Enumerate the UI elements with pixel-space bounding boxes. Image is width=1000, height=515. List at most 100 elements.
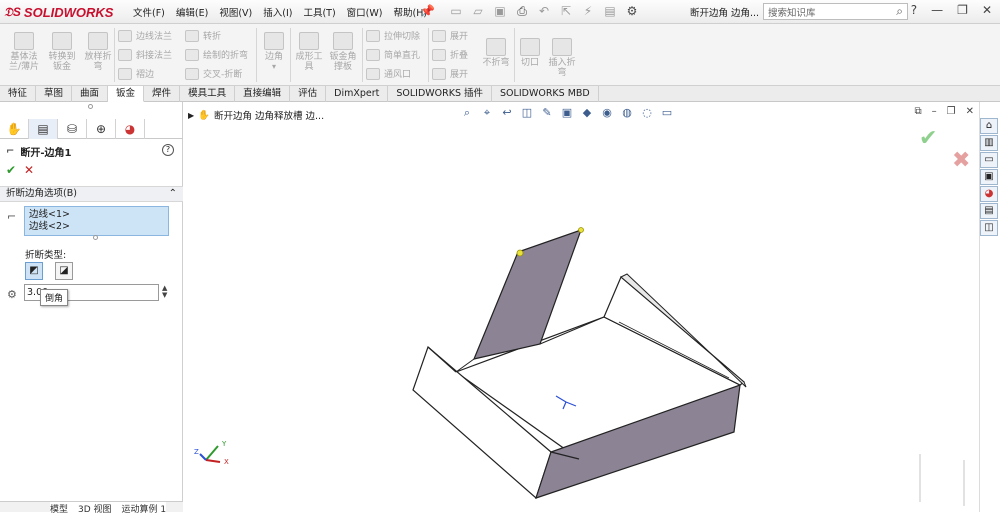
tab-sheet-metal[interactable]: 钣金 xyxy=(108,86,145,102)
sheet-metal-model[interactable]: Y X Z xyxy=(184,102,980,512)
lofted-bend-button[interactable]: 放样折 弯 xyxy=(80,32,116,72)
configuration-manager-tab-icon[interactable]: ⛁ xyxy=(58,119,87,139)
fold-icon xyxy=(432,48,446,61)
selected-vertex-2[interactable] xyxy=(578,227,584,233)
open-file-icon[interactable]: ▱ xyxy=(470,3,486,19)
display-manager-tab-icon[interactable]: ◕ xyxy=(116,119,145,139)
file-properties-icon[interactable]: ▤ xyxy=(602,3,618,19)
appearances-icon[interactable]: ◕ xyxy=(980,186,998,202)
restore-icon[interactable]: ❐ xyxy=(957,3,968,17)
convert-to-sheet-metal-button[interactable]: 转换到 钣金 xyxy=(44,32,80,72)
extruded-cut-icon xyxy=(366,29,380,42)
tab-mold-tools[interactable]: 模具工具 xyxy=(180,86,236,102)
menu-insert[interactable]: 插入(I) xyxy=(263,5,292,19)
no-bends-button[interactable]: 不折弯 xyxy=(478,38,514,68)
insert-bends-button[interactable]: 插入折 弯 xyxy=(544,38,580,78)
tab-sketch[interactable]: 草图 xyxy=(36,86,73,102)
save-icon[interactable]: ▣ xyxy=(492,3,508,19)
tab-dimxpert[interactable]: DimXpert xyxy=(326,86,389,102)
solidworks-logo[interactable]: 𝔇S SOLIDWORKS xyxy=(4,3,113,21)
miter-flange-icon xyxy=(118,48,132,61)
edge-flange-icon xyxy=(118,29,132,42)
vent-button[interactable]: 通风口 xyxy=(366,67,411,80)
collapse-chevron-icon[interactable]: ⌃ xyxy=(169,187,177,201)
tab-solidworks-mbd[interactable]: SOLIDWORKS MBD xyxy=(492,86,599,102)
distance-spinner[interactable]: ▲ ▼ xyxy=(162,285,167,299)
tab-model[interactable]: 模型 xyxy=(50,502,68,515)
miter-flange-button[interactable]: 斜接法兰 xyxy=(118,48,172,61)
edge-flange-button[interactable]: 边线法兰 xyxy=(118,29,172,42)
tab-motion-study[interactable]: 运动算例 1 xyxy=(122,502,167,515)
ok-check-icon[interactable]: ✔ xyxy=(6,163,16,177)
print-icon[interactable]: ⎙ xyxy=(514,3,530,19)
close-icon[interactable]: ✕ xyxy=(982,3,992,17)
search-input[interactable]: 搜索知识库 ⌕ xyxy=(763,3,908,20)
tab-weldments[interactable]: 焊件 xyxy=(144,86,181,102)
help-icon[interactable]: ? xyxy=(162,144,174,156)
property-manager-tab-icon[interactable]: ▤ xyxy=(29,119,58,139)
feature-manager-tab-icon[interactable]: ✋ xyxy=(0,119,29,139)
select-icon[interactable]: ⇱ xyxy=(558,3,574,19)
distance-icon: ⚙ xyxy=(7,288,17,301)
selection-item[interactable]: 边线<1> xyxy=(29,209,164,221)
design-library-icon[interactable]: ▥ xyxy=(980,135,998,151)
sheet-metal-gusset-button[interactable]: 钣金角 撑板 xyxy=(326,32,360,72)
cancel-x-icon[interactable]: ✕ xyxy=(24,163,34,177)
lofted-bend-icon xyxy=(88,32,108,50)
custom-properties-icon[interactable]: ▤ xyxy=(980,203,998,219)
break-corner-options-group[interactable]: 折断边角选项(B) ⌃ xyxy=(0,186,183,202)
selected-vertex-1[interactable] xyxy=(516,249,524,257)
tab-surfaces[interactable]: 曲面 xyxy=(72,86,109,102)
edge-selection-list[interactable]: 边线<1> 边线<2> xyxy=(24,206,169,236)
chamfer-type-button[interactable]: ◩ xyxy=(25,262,43,280)
search-icon[interactable]: ⌕ xyxy=(896,4,903,19)
spin-down-icon[interactable]: ▼ xyxy=(162,292,167,299)
edge-flange-label: 边线法兰 xyxy=(136,32,173,42)
fold-button[interactable]: 折叠 xyxy=(432,48,468,61)
title-bar: 𝔇S SOLIDWORKS 文件(F) 编辑(E) 视图(V) 插入(I) 工具… xyxy=(0,0,1000,24)
menu-edit[interactable]: 编辑(E) xyxy=(176,5,208,19)
new-file-icon[interactable]: ▭ xyxy=(448,3,464,19)
tab-solidworks-addins[interactable]: SOLIDWORKS 插件 xyxy=(388,86,493,102)
jog-button[interactable]: 转折 xyxy=(185,29,221,42)
tab-direct-editing[interactable]: 直接编辑 xyxy=(235,86,291,102)
solidworks-resources-icon[interactable]: ⌂ xyxy=(980,118,998,134)
menu-window[interactable]: 窗口(W) xyxy=(347,5,383,19)
file-explorer-icon[interactable]: ▭ xyxy=(980,152,998,168)
corners-dropdown-icon[interactable]: ▾ xyxy=(260,62,288,72)
rip-button[interactable]: 切口 xyxy=(518,38,542,68)
rebuild-icon[interactable]: ⚡ xyxy=(580,3,596,19)
list-resize-handle[interactable] xyxy=(93,235,98,240)
dimxpert-manager-tab-icon[interactable]: ⊕ xyxy=(87,119,116,139)
minimize-icon[interactable]: — xyxy=(931,3,943,17)
fillet-type-button[interactable]: ◪ xyxy=(55,262,73,280)
tab-3d-views[interactable]: 3D 视图 xyxy=(78,502,112,515)
menu-view[interactable]: 视图(V) xyxy=(219,5,252,19)
forum-icon[interactable]: ◫ xyxy=(980,220,998,236)
quick-access-toolbar: ▭ ▱ ▣ ⎙ ↶ ⇱ ⚡ ▤ ⚙ xyxy=(448,3,640,19)
menu-tools[interactable]: 工具(T) xyxy=(303,5,335,19)
corners-button[interactable]: 边角 ▾ xyxy=(260,32,288,72)
sketched-bend-button[interactable]: 绘制的折弯 xyxy=(185,48,248,61)
unfold-button[interactable]: 展开 xyxy=(432,29,468,42)
menu-file[interactable]: 文件(F) xyxy=(133,5,165,19)
options-gear-icon[interactable]: ⚙ xyxy=(624,3,640,19)
flatten-button[interactable]: 展开 xyxy=(432,67,468,80)
selection-item[interactable]: 边线<2> xyxy=(29,221,164,233)
tab-evaluate[interactable]: 评估 xyxy=(290,86,327,102)
pin-menu-icon[interactable]: 📌 xyxy=(420,4,435,18)
cross-break-button[interactable]: 交叉-折断 xyxy=(185,67,242,80)
help-question-icon[interactable]: ? xyxy=(911,3,917,17)
undo-icon[interactable]: ↶ xyxy=(536,3,552,19)
simple-hole-button[interactable]: 简单直孔 xyxy=(366,48,420,61)
tab-features[interactable]: 特征 xyxy=(0,86,37,102)
extruded-cut-button[interactable]: 拉伸切除 xyxy=(366,29,420,42)
viewport-split-markers[interactable] xyxy=(919,454,965,506)
logo-text: SOLIDWORKS xyxy=(23,4,114,20)
forming-tool-button[interactable]: 成形工 具 xyxy=(292,32,326,72)
panel-grip-handle[interactable] xyxy=(88,104,93,109)
graphics-area[interactable]: ▶ ✋ 断开边角 边角释放槽 边... ⌕ ⌖ ↩ ◫ ✎ ▣ ◆ ◉ ◍ ◌ … xyxy=(184,102,980,512)
hem-button[interactable]: 褶边 xyxy=(118,67,154,80)
view-palette-icon[interactable]: ▣ xyxy=(980,169,998,185)
base-flange-button[interactable]: 基体法 兰/薄片 xyxy=(6,32,42,72)
